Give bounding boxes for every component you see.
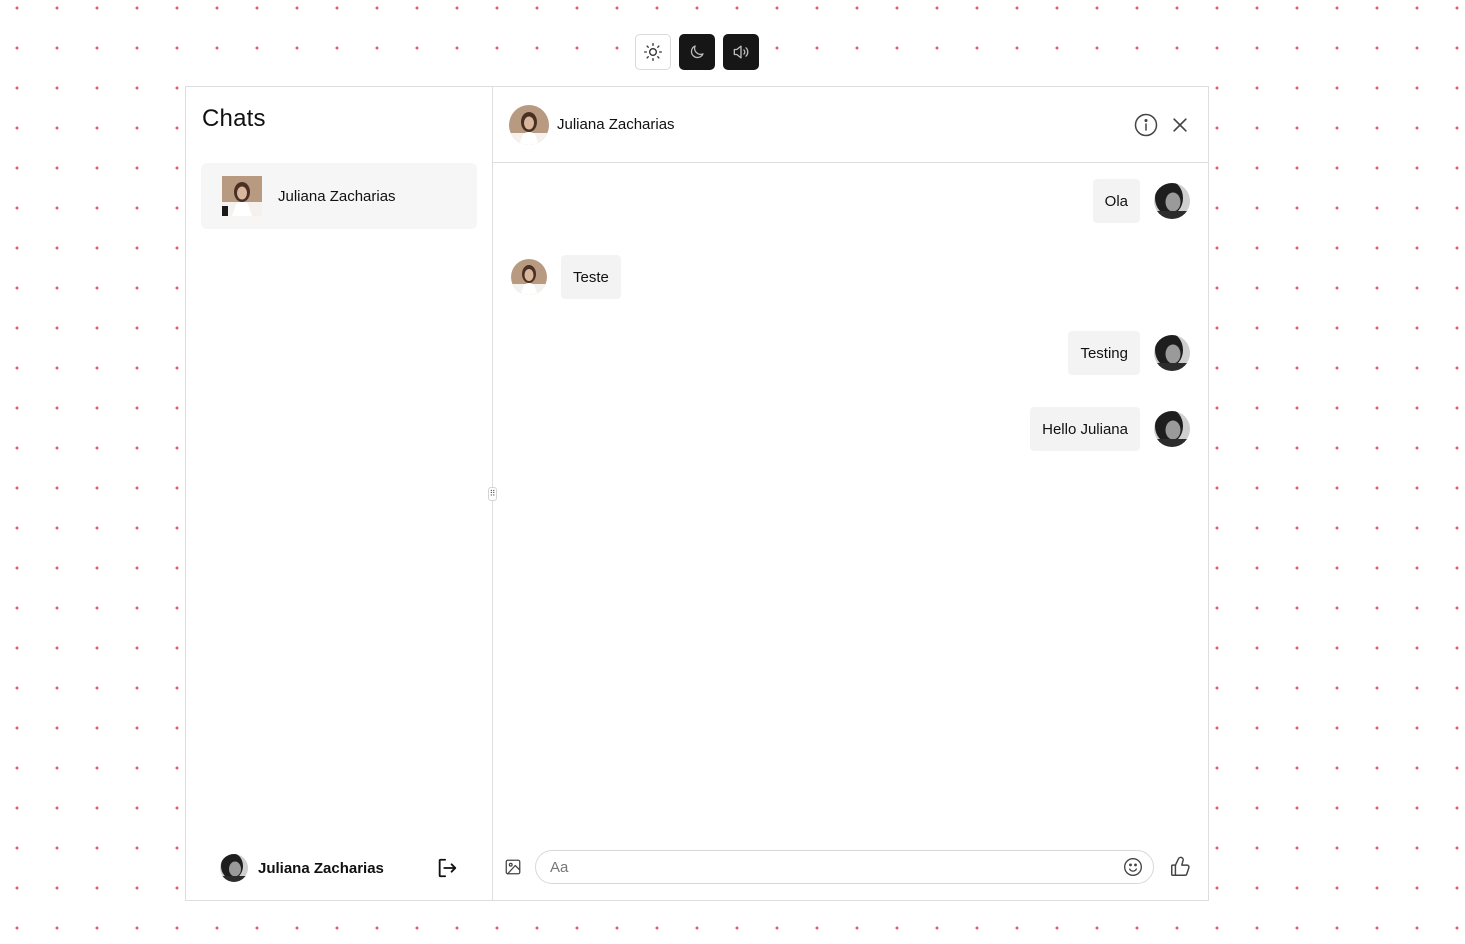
dark-mode-button[interactable] (679, 34, 715, 70)
message-row: Teste (511, 255, 1190, 299)
close-icon (1173, 117, 1187, 132)
message-input[interactable] (548, 857, 1121, 877)
emoji-button[interactable] (1121, 855, 1145, 879)
panel-resize-handle[interactable]: ⠿ (488, 487, 497, 501)
contact-avatar (222, 176, 262, 216)
conversation-contact-name: Juliana Zacharias (557, 116, 675, 133)
sender-avatar (1154, 335, 1190, 371)
logout-icon (438, 858, 457, 878)
message-bubble: Testing (1068, 331, 1140, 375)
light-mode-button[interactable] (635, 34, 671, 70)
sender-avatar (1154, 183, 1190, 219)
user-avatar (220, 854, 248, 882)
message-bubble: Ola (1092, 179, 1140, 223)
message-list: Ola Teste Testing Hello Juliana (493, 163, 1208, 842)
logout-button[interactable] (434, 855, 460, 881)
message-composer (493, 842, 1208, 892)
info-button[interactable] (1134, 113, 1158, 137)
info-icon (1134, 113, 1158, 136)
contact-message-avatar (511, 259, 547, 295)
sidebar-title: Chats (202, 105, 266, 132)
thumbs-up-icon (1171, 856, 1190, 876)
chat-sidebar: Chats Juliana Zacharias Juliana Zacharia… (186, 87, 493, 900)
chat-list-item[interactable]: Juliana Zacharias (201, 163, 477, 229)
like-button[interactable] (1160, 855, 1200, 879)
attach-image-button[interactable] (501, 855, 525, 879)
image-icon (505, 859, 521, 875)
chat-app: Chats Juliana Zacharias Juliana Zacharia… (185, 86, 1209, 901)
sun-icon (644, 43, 662, 61)
contact-header-avatar (509, 104, 549, 145)
moon-icon (690, 45, 704, 59)
message-row: Ola (511, 179, 1190, 223)
current-user-bar: Juliana Zacharias (220, 854, 460, 882)
close-chat-button[interactable] (1168, 113, 1192, 137)
conversation-header: Juliana Zacharias (493, 87, 1208, 163)
sound-toggle-button[interactable] (723, 34, 759, 70)
message-row: Testing (511, 331, 1190, 375)
message-row: Hello Juliana (511, 407, 1190, 451)
message-bubble: Hello Juliana (1030, 407, 1140, 451)
chat-list-item-name: Juliana Zacharias (278, 187, 396, 205)
sender-avatar (1154, 411, 1190, 447)
current-user-name: Juliana Zacharias (258, 859, 384, 877)
smiley-icon (1124, 858, 1142, 876)
conversation-panel: Juliana Zacharias Ola Teste Testing Hell… (493, 87, 1208, 900)
volume-icon (733, 45, 749, 59)
theme-toolbar (635, 34, 759, 70)
message-input-wrapper (535, 850, 1154, 884)
header-actions (1134, 113, 1192, 137)
message-bubble: Teste (561, 255, 621, 299)
